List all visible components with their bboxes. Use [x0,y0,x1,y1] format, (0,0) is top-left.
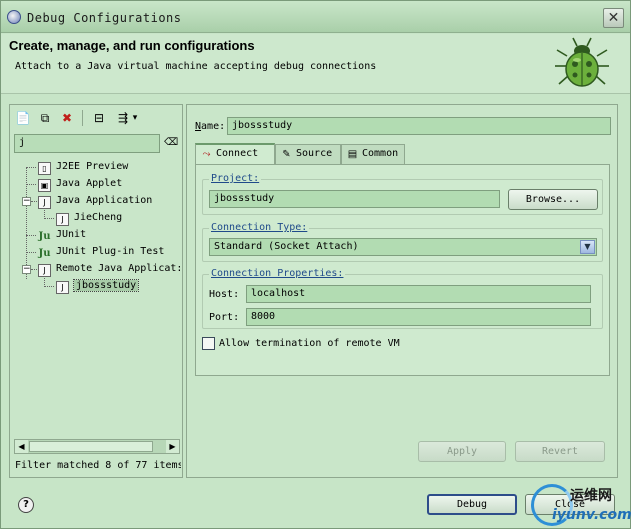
host-field[interactable]: localhost [246,285,591,303]
tree-guide [44,286,54,287]
junit-icon: Ju [38,231,51,242]
project-group-title: Project: [209,173,262,184]
connection-type-select[interactable]: Standard (Socket Attach) ▼ [209,238,597,256]
java-application-icon: J [38,196,51,209]
tree-guide [26,184,36,185]
apply-button[interactable]: Apply [418,441,506,462]
tree-item-label: JUnit Plug-in Test [56,246,165,257]
debug-button[interactable]: Debug [427,494,517,515]
configuration-tree: ▯ J2EE Preview ▣ Java Applet − J Java Appli… [14,161,180,441]
site-watermark: 运维网 iyunv.com [528,481,631,529]
remote-config-icon: J [56,281,69,294]
tab-connect[interactable]: ⤳ Connect [195,143,275,165]
delete-icon[interactable]: ✖ [58,109,76,127]
remote-java-icon: J [38,264,51,277]
connection-type-title: Connection Type: [209,222,310,233]
header-title: Create, manage, and run configurations [9,38,255,53]
connect-icon: ⤳ [202,149,211,160]
tree-item-jbossstudy[interactable]: Jjbossstudy [56,278,140,294]
allow-termination-label[interactable]: Allow termination of remote VM [219,338,400,349]
tree-item-label: JUnit [56,229,87,240]
common-icon: ▤ [347,149,358,160]
connect-tab-content: Project: jbossstudy Browse... Connection… [195,164,610,376]
allow-termination-checkbox[interactable] [202,337,215,350]
tree-item-java-applet[interactable]: ▣ Java Applet [38,176,122,192]
duplicate-icon[interactable]: ⧉ [36,109,54,127]
tree-item-label: Java Applet [56,178,123,189]
tree-guide [26,235,36,236]
new-configuration-icon[interactable]: 📄 [14,109,32,127]
configuration-list-panel: 📄 ⧉ ✖ ⊟ ⇶ ▾ j ⌫ ▯ J2EE Preview ▣ Java Ap… [9,104,183,478]
watermark-url: iyunv.com [552,507,631,523]
port-field[interactable]: 8000 [246,308,591,326]
tree-item-label: J2EE Preview [56,161,129,172]
toolbar-separator [82,110,83,126]
junit-plugin-icon: Ju [38,248,51,259]
java-config-icon: J [56,213,69,226]
chevron-down-icon[interactable]: ▾ [130,109,140,127]
tree-item-remote-java-application[interactable]: J Remote Java Applicat: [38,261,180,277]
collapse-toggle[interactable]: − [22,265,31,274]
tree-item-label: JieCheng [74,212,123,223]
configuration-editor-panel: Name: jbossstudy ⤳ Connect ✎ Source ▤ Commo… [186,104,618,478]
debug-configurations-dialog: Debug Configurations ✕ Create, manage, a… [0,0,631,529]
filter-status: Filter matched 8 of 77 items [15,460,181,471]
tree-guide [44,218,54,219]
tab-label: Common [362,148,399,159]
tree-item-junit-plugin-test[interactable]: Ju JUnit Plug-in Test [38,244,164,260]
tree-guide [31,201,37,202]
tree-item-j2ee-preview[interactable]: ▯ J2EE Preview [38,161,128,175]
port-label: Port: [209,312,240,323]
scroll-right-icon[interactable]: ▶ [166,440,179,453]
clear-filter-icon[interactable]: ⌫ [164,137,178,151]
tab-source[interactable]: ✎ Source [275,144,341,164]
tab-label: Connect [216,148,259,159]
close-window-icon[interactable]: ✕ [603,8,624,28]
tab-label: Source [296,148,333,159]
connection-type-value: Standard (Socket Attach) [214,241,359,252]
header-description: Attach to a Java virtual machine accepti… [15,61,377,72]
configurations-toolbar: 📄 ⧉ ✖ ⊟ ⇶ ▾ [14,109,179,129]
tree-guide [31,269,37,270]
host-label: Host: [209,289,240,300]
connection-properties-title: Connection Properties: [209,268,346,279]
collapse-toggle[interactable]: − [22,197,31,206]
tree-guide [26,252,36,253]
tree-guide [26,167,36,168]
collapse-all-icon[interactable]: ⊟ [90,109,108,127]
project-field[interactable]: jbossstudy [209,190,500,208]
tree-item-label: Remote Java Applicat: [56,263,180,274]
tree-item-label: Java Application [56,195,153,206]
chevron-down-icon[interactable]: ▼ [580,240,595,254]
horizontal-scrollbar[interactable]: ◀ ▶ [14,439,180,454]
name-label: Name: [195,121,225,132]
project-group: Project: jbossstudy Browse... [202,173,603,215]
scroll-thumb[interactable] [29,441,153,452]
window-title: Debug Configurations [27,11,182,25]
connection-type-group: Connection Type: Standard (Socket Attach… [202,222,603,262]
revert-button[interactable]: Revert [515,441,605,462]
java-applet-icon: ▣ [38,179,51,192]
connection-properties-group: Connection Properties: Host: localhost P… [202,268,603,329]
j2ee-preview-icon: ▯ [38,162,51,175]
dialog-header: Create, manage, and run configurations A… [1,34,630,94]
name-field[interactable]: jbossstudy [227,117,611,135]
name-label-rest: ame: [201,121,226,132]
debug-bug-icon [555,37,609,87]
tree-item-label: jbossstudy [72,279,140,292]
watermark-text: 运维网 [570,488,612,504]
title-bar[interactable]: Debug Configurations ✕ [1,1,630,33]
source-icon: ✎ [282,149,291,160]
filter-input[interactable]: j [14,134,160,153]
tree-item-jiecheng[interactable]: J JieCheng [56,210,122,226]
eclipse-icon [7,10,21,24]
browse-button[interactable]: Browse... [508,189,598,210]
tab-common[interactable]: ▤ Common [341,144,405,164]
help-icon[interactable]: ? [18,497,34,513]
tree-item-java-application[interactable]: J Java Application [38,193,152,209]
scroll-left-icon[interactable]: ◀ [15,440,28,453]
tree-item-junit[interactable]: Ju JUnit [38,227,86,243]
